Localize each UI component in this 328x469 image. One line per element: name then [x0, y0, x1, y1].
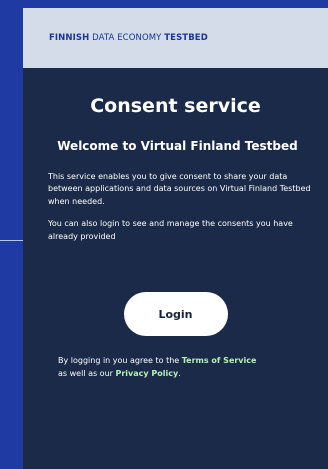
consent-card: FINNISH DATA ECONOMY TESTBED Consent ser… [23, 8, 328, 469]
brand-word-data-economy: DATA ECONOMY [89, 33, 165, 43]
terms-of-service-link[interactable]: Terms of Service [182, 356, 257, 365]
page-title: Consent service [90, 95, 261, 117]
welcome-subtitle: Welcome to Virtual Finland Testbed [57, 139, 298, 153]
brand-logo[interactable]: FINNISH DATA ECONOMY TESTBED [49, 33, 208, 43]
login-button-wrapper: Login [48, 292, 311, 337]
brand-word-testbed: TESTBED [164, 33, 208, 43]
main-content: Consent service Welcome to Virtual Finla… [23, 95, 328, 380]
legal-text-middle: as well as our [58, 369, 116, 379]
page-background: FINNISH DATA ECONOMY TESTBED Consent ser… [0, 0, 328, 469]
intro-paragraph: This service enables you to give consent… [48, 172, 311, 206]
manage-paragraph: You can also login to see and manage the… [48, 219, 293, 241]
legal-text-end: . [178, 369, 181, 379]
legal-notice: By logging in you agree to the Terms of … [58, 354, 311, 380]
login-button[interactable]: Login [123, 292, 228, 337]
app-header: FINNISH DATA ECONOMY TESTBED [23, 8, 328, 68]
legal-text-start: By logging in you agree to the [58, 356, 182, 366]
brand-word-finnish: FINNISH [49, 33, 90, 43]
privacy-policy-link[interactable]: Privacy Policy [115, 369, 178, 378]
